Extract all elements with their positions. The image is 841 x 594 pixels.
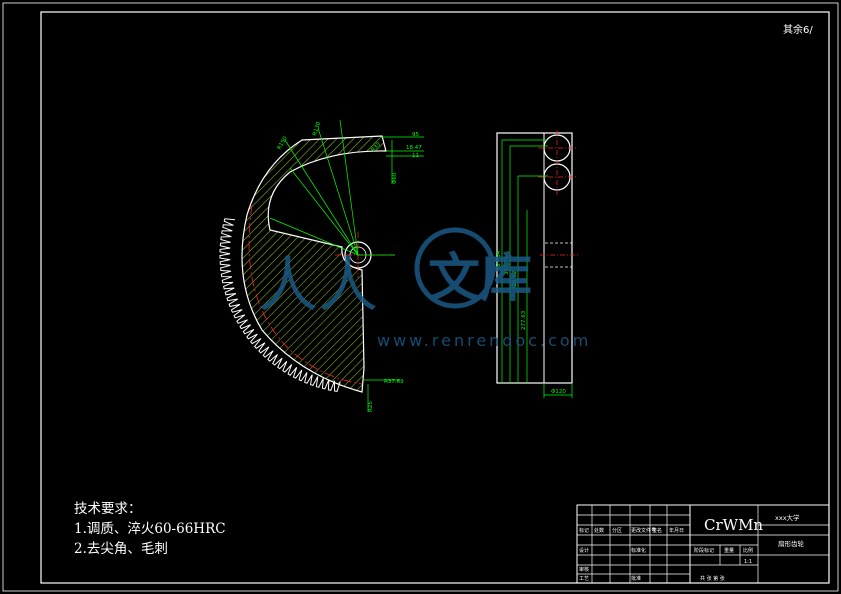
tb-scale: 1:1 [744,559,752,565]
tb-stage: 阶段标记 [694,547,714,554]
dim-side-4: 277.63 [521,310,527,330]
dim-phi60: Φ60 [392,172,398,184]
watermark-url: www.renrendoc.com [377,331,591,350]
school-label: xxx大学 [775,513,800,522]
tb-sign: 签名 [652,527,662,534]
tb-scale-label: 比例 [743,547,753,554]
requirements-heading: 技术要求： [74,501,142,517]
dim-side-width: Φ120 [551,389,566,395]
technical-requirements: 技术要求： 1.调质、淬火60-66HRC 2.去尖角、毛刺 [74,499,226,559]
tb-sheet: 共 张 第 张 [700,575,725,582]
tb-design: 设计 [579,547,589,554]
dim-11: 11 [412,153,419,159]
tb-count: 处数 [594,527,604,534]
tb-standard: 标准化 [631,547,646,554]
roughness-note: 其余6/ [783,23,813,36]
dim-r130: R130 [312,121,322,137]
tb-date: 年月日 [669,527,684,534]
dim-95: 95 [412,132,419,138]
watermark-text: 文库 [428,249,532,309]
tb-mark: 标记 [579,527,589,534]
watermark-ren-glyphs: 人人 [258,251,378,321]
material-label: CrWMn [704,516,763,534]
dim-r25: R25 [368,401,374,412]
tb-weight: 重量 [724,547,734,554]
tb-approve: 批准 [631,575,641,582]
dim-r37: R37.69 [384,379,404,385]
tb-zone: 分区 [612,527,622,534]
tb-review: 审核 [579,566,589,573]
dim-18: 18.47 [406,145,422,151]
part-name-label: 扇形齿轮 [778,539,805,548]
requirement-item-1: 1.调质、淬火60-66HRC [74,521,226,537]
tb-process: 工艺 [579,576,589,582]
requirement-item-2: 2.去尖角、毛刺 [74,541,168,557]
